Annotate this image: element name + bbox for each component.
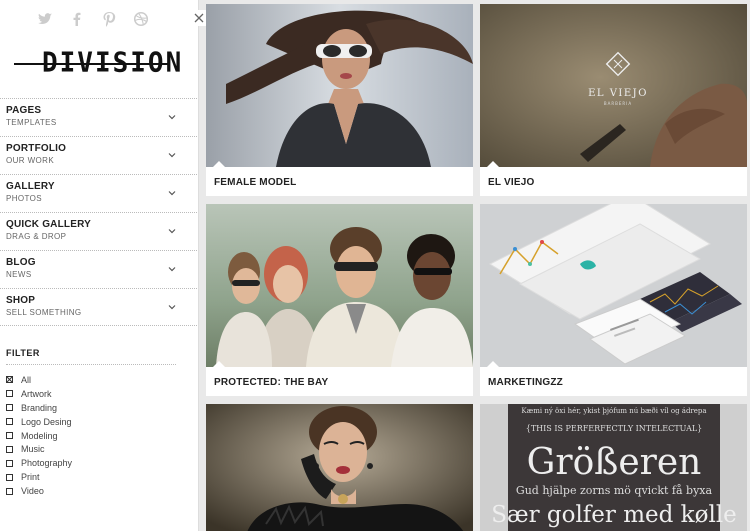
poster-line-5: Sær golfer med kølle <box>491 502 737 528</box>
portfolio-image-the-bay[interactable] <box>206 204 473 367</box>
chevron-down-icon[interactable] <box>167 112 177 122</box>
nav-item-pages[interactable]: PAGES TEMPLATES <box>0 98 197 136</box>
portfolio-item[interactable]: MARKETINGZZ <box>480 204 747 396</box>
nav-item-shop[interactable]: SHOP SELL SOMETHING <box>0 288 197 326</box>
site-logo[interactable]: DIVISION <box>14 47 181 79</box>
filter-panel: FILTER All Artwork Branding Logo Desing Mode… <box>6 348 176 498</box>
filter-checkbox[interactable] <box>6 473 13 481</box>
filter-label[interactable]: Photography <box>21 458 72 468</box>
portfolio-item[interactable]: FEMALE MODEL <box>206 4 473 196</box>
portfolio-item[interactable]: PROTECTED: THE BAY <box>206 204 473 396</box>
chevron-down-icon[interactable] <box>167 226 177 236</box>
filter-option-video[interactable]: Video <box>6 484 176 498</box>
poster-line-2: {THIS IS PERFERFECTLY INTELECTUAL} <box>526 424 703 433</box>
el-viejo-logo-sub: BARBERIA <box>604 101 632 106</box>
filter-option-music[interactable]: Music <box>6 442 176 456</box>
sidebar: DIVISION PAGES TEMPLATES PORTFOLIO OUR WORK… <box>0 0 199 531</box>
nav-item-quick-gallery[interactable]: QUICK GALLERY DRAG & DROP <box>0 212 197 250</box>
portfolio-caption[interactable]: PROTECTED: THE BAY <box>206 361 473 396</box>
filter-checkbox[interactable] <box>6 390 13 398</box>
portfolio-caption[interactable]: MARKETINGZZ <box>480 361 747 396</box>
portfolio-item[interactable]: EL VIEJO BARBERIA EL VIEJO <box>480 4 747 196</box>
twitter-icon[interactable] <box>36 10 54 28</box>
portfolio-image-female-model[interactable] <box>206 4 473 167</box>
chevron-down-icon[interactable] <box>167 302 177 312</box>
filter-checkbox[interactable] <box>6 445 13 453</box>
poster-line-1: Kæmi ný öxi hér, ykist þjófum nú bæði ví… <box>521 407 706 415</box>
portfolio-item[interactable]: Kæmi ný öxi hér, ykist þjófum nú bæði ví… <box>480 404 747 531</box>
chevron-down-icon[interactable] <box>167 264 177 274</box>
el-viejo-logo-text: EL VIEJO <box>588 88 648 99</box>
portfolio-image-el-viejo[interactable]: EL VIEJO BARBERIA <box>480 4 747 167</box>
filter-checkbox[interactable] <box>6 487 13 495</box>
filter-checkbox[interactable] <box>6 432 13 439</box>
chevron-down-icon[interactable] <box>167 188 177 198</box>
portfolio-caption[interactable]: EL VIEJO <box>480 161 747 196</box>
filter-option-artwork[interactable]: Artwork <box>6 387 176 401</box>
filter-option-print[interactable]: Print <box>6 470 176 484</box>
filter-label[interactable]: All <box>21 375 31 385</box>
portfolio-item[interactable] <box>206 404 473 531</box>
filter-label[interactable]: Print <box>21 472 40 482</box>
nav-item-gallery[interactable]: GALLERY PHOTOS <box>0 174 197 212</box>
poster-line-4: Gud hjälpe zorns mö qvickt få byxa <box>516 484 713 497</box>
filter-option-logo-desing[interactable]: Logo Desing <box>6 415 176 429</box>
nav-item-portfolio[interactable]: PORTFOLIO OUR WORK <box>0 136 197 174</box>
filter-label[interactable]: Branding <box>21 403 57 413</box>
dribbble-icon[interactable] <box>132 10 150 28</box>
filter-checkbox[interactable] <box>6 376 13 384</box>
portfolio-image-feather-model[interactable] <box>206 404 473 531</box>
filter-list: All Artwork Branding Logo Desing Modeling Mus… <box>6 373 176 498</box>
filter-label[interactable]: Logo Desing <box>21 417 72 427</box>
close-sidebar-button[interactable] <box>191 10 207 26</box>
poster-line-3: Größeren <box>527 442 702 483</box>
portfolio-caption[interactable]: FEMALE MODEL <box>206 161 473 196</box>
filter-option-modeling[interactable]: Modeling <box>6 429 176 443</box>
filter-label[interactable]: Video <box>21 486 44 496</box>
filter-label[interactable]: Modeling <box>21 431 58 441</box>
filter-checkbox[interactable] <box>6 459 13 467</box>
nav-item-blog[interactable]: BLOG NEWS <box>0 250 197 288</box>
filter-checkbox[interactable] <box>6 404 13 412</box>
filter-option-branding[interactable]: Branding <box>6 401 176 415</box>
main-nav: PAGES TEMPLATES PORTFOLIO OUR WORK GALLERY PH… <box>0 98 197 326</box>
close-icon <box>194 13 204 23</box>
filter-title: FILTER <box>6 348 176 365</box>
filter-checkbox[interactable] <box>6 418 13 426</box>
filter-label[interactable]: Artwork <box>21 389 52 399</box>
filter-option-all[interactable]: All <box>6 373 176 387</box>
facebook-icon[interactable] <box>68 10 86 28</box>
social-links <box>36 10 150 28</box>
portfolio-image-marketingzz[interactable] <box>480 204 747 367</box>
filter-label[interactable]: Music <box>21 444 45 454</box>
logo-strike-line <box>14 63 168 65</box>
chevron-down-icon[interactable] <box>167 150 177 160</box>
pinterest-icon[interactable] <box>100 10 118 28</box>
filter-option-photography[interactable]: Photography <box>6 456 176 470</box>
portfolio-image-typography-poster[interactable]: Kæmi ný öxi hér, ykist þjófum nú bæði ví… <box>480 404 747 531</box>
